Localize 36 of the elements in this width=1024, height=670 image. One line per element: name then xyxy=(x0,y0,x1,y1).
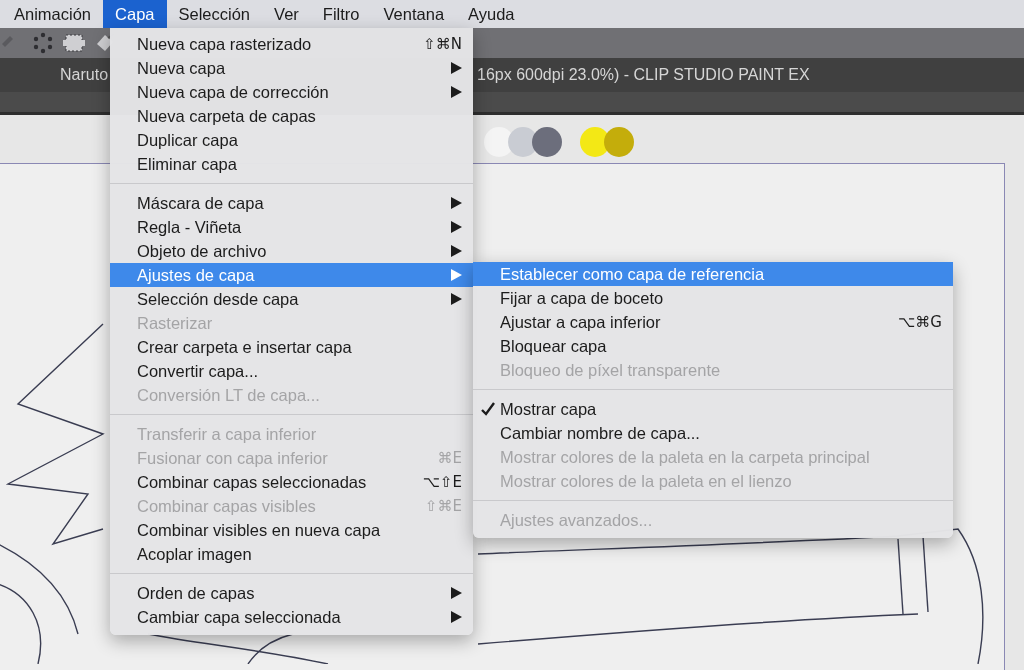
menu-item[interactable]: Eliminar capa xyxy=(110,152,473,176)
menu-item[interactable]: Máscara de capa xyxy=(110,191,473,215)
menu-item[interactable]: Nueva carpeta de capas xyxy=(110,104,473,128)
color-swatch[interactable] xyxy=(604,127,634,157)
menu-item[interactable]: Fijar a capa de boceto xyxy=(473,286,953,310)
menu-bar-item[interactable]: Ayuda xyxy=(456,0,527,28)
menu-item[interactable]: Combinar visibles en nueva capa xyxy=(110,518,473,542)
color-swatch[interactable] xyxy=(532,127,562,157)
menu-item[interactable]: Combinar capas seleccionadas ⌥⇧E xyxy=(110,470,473,494)
window-title: 16px 600dpi 23.0%) - CLIP STUDIO PAINT EX xyxy=(477,65,810,85)
menu-item[interactable]: Ajustar a capa inferior ⌥⌘G xyxy=(473,310,953,334)
menu-item[interactable]: Mostrar capa xyxy=(473,397,953,421)
menu-bar-item[interactable]: Ver xyxy=(262,0,311,28)
menu-bar-item[interactable]: Animación xyxy=(2,0,104,28)
menu-item[interactable]: Duplicar capa xyxy=(110,128,473,152)
menu-item[interactable]: Nueva capa xyxy=(110,56,473,80)
menu-item[interactable]: Crear carpeta e insertar capa xyxy=(110,335,473,359)
menu-bar-item[interactable]: Capa xyxy=(103,0,167,28)
menu-item[interactable]: Selección desde capa xyxy=(110,287,473,311)
window-title: Naruto xyxy=(60,66,109,83)
menu-item[interactable]: Bloquear capa xyxy=(473,334,953,358)
menu-item[interactable]: Establecer como capa de referencia xyxy=(473,262,953,286)
menu-item[interactable]: Cambiar nombre de capa... xyxy=(473,421,953,445)
menu-item[interactable]: Convertir capa... xyxy=(110,359,473,383)
menu-item[interactable]: Nueva capa de corrección xyxy=(110,80,473,104)
menu-item[interactable]: Ajustes de capa xyxy=(110,263,473,287)
menu-item[interactable]: Orden de capas xyxy=(110,581,473,605)
menu-item[interactable]: Regla - Viñeta xyxy=(110,215,473,239)
menu-bar-item[interactable]: Filtro xyxy=(310,0,372,28)
selection-icon[interactable] xyxy=(62,32,86,54)
dots-icon[interactable] xyxy=(32,32,54,54)
menu-item[interactable]: Objeto de archivo xyxy=(110,239,473,263)
menu-bar-item[interactable]: Ventana xyxy=(371,0,457,28)
menu-bar-item[interactable]: Selección xyxy=(166,0,263,28)
menu-item[interactable]: Acoplar imagen xyxy=(110,542,473,566)
menu-item[interactable]: Cambiar capa seleccionada xyxy=(110,605,473,629)
